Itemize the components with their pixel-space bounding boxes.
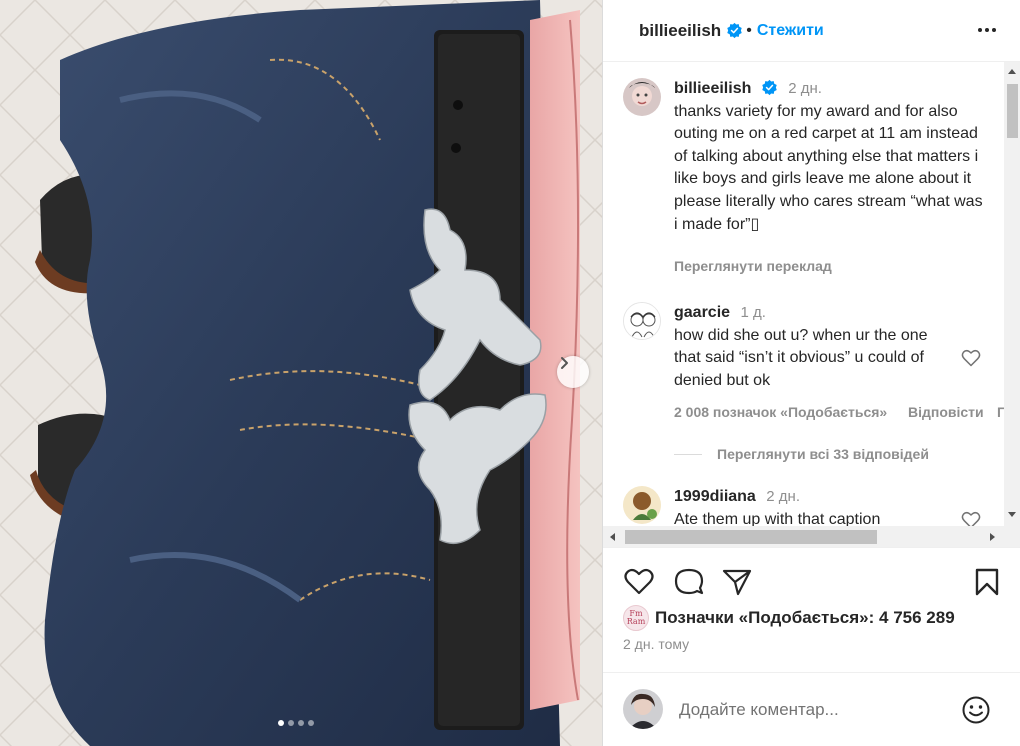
scroll-down-arrow-icon[interactable] — [1008, 512, 1016, 517]
scrollbar-thumb[interactable] — [1007, 84, 1018, 138]
carousel-dot — [278, 720, 284, 726]
carousel-dot — [288, 720, 294, 726]
comment-text: Ate them up with that caption — [674, 510, 881, 526]
caption-username[interactable]: billieeilish — [674, 80, 751, 97]
carousel-dot — [308, 720, 314, 726]
photo-illustration — [0, 0, 602, 746]
comment-likes-count[interactable]: 2 008 позначок «Подобається» — [674, 404, 887, 420]
likes-summary[interactable]: Fm Ram Позначки «Подобається»: 4 756 289 — [623, 604, 955, 632]
caption: billieeilish 2 дн. thanks variety for my… — [674, 78, 984, 236]
post-side-panel: billieeilish • Стежити billieeilish 2 дн… — [602, 0, 1020, 746]
like-comment-heart-icon[interactable] — [961, 348, 981, 368]
avatar-image — [624, 303, 660, 339]
translate-link[interactable]: Переглянути переклад — [674, 258, 832, 274]
commenter-avatar[interactable] — [623, 486, 661, 524]
post-actions — [603, 562, 1020, 602]
comment-time[interactable]: 2 дн. — [766, 488, 800, 505]
add-comment-bar — [603, 672, 1020, 746]
avatar-image — [623, 78, 661, 116]
share-send-icon[interactable] — [721, 566, 753, 598]
author-avatar[interactable] — [623, 78, 661, 116]
chevron-right-icon — [561, 357, 568, 369]
save-bookmark-icon[interactable] — [971, 566, 1003, 598]
comments-vertical-scrollbar[interactable] — [1004, 62, 1020, 526]
caption-emoji-glyph: ▯ — [750, 215, 760, 233]
comments-horizontal-scrollbar[interactable] — [603, 526, 1020, 548]
caption-time[interactable]: 2 дн. — [788, 80, 822, 97]
author-username[interactable]: billieeilish — [639, 21, 721, 41]
avatar-image — [623, 486, 661, 524]
likes-count[interactable]: Позначки «Подобається»: 4 756 289 — [655, 608, 955, 628]
verified-badge-icon — [727, 22, 742, 39]
comment-item: gaarcie 1 д. how did she out u? when ur … — [674, 302, 944, 392]
view-replies-button[interactable]: Переглянути всі 33 відповідей — [717, 446, 929, 462]
post-timestamp[interactable]: 2 дн. тому — [623, 636, 689, 652]
verified-badge-icon — [762, 79, 777, 96]
comment-input[interactable] — [679, 697, 949, 723]
caption-text: thanks variety for my award and for also… — [674, 102, 983, 233]
scrollbar-thumb[interactable] — [625, 530, 877, 544]
comment-username[interactable]: 1999diiana — [674, 488, 756, 505]
scroll-right-arrow-icon[interactable] — [990, 533, 995, 541]
follow-button[interactable]: Стежити — [757, 22, 824, 40]
commenter-avatar[interactable] — [623, 302, 661, 340]
comments-list: billieeilish 2 дн. thanks variety for my… — [603, 62, 1004, 526]
post-photo — [0, 0, 602, 746]
replies-divider — [674, 454, 702, 455]
comment-text: how did she out u? when ur the one that … — [674, 326, 928, 389]
comment-username[interactable]: gaarcie — [674, 304, 730, 321]
like-comment-heart-icon[interactable] — [961, 510, 981, 526]
carousel-next-button[interactable] — [557, 356, 589, 388]
like-heart-icon[interactable] — [623, 566, 655, 598]
reply-button[interactable]: Відповісти — [908, 404, 984, 420]
liker-avatar[interactable]: Fm Ram — [623, 605, 649, 631]
comment-item: 1999diiana 2 дн. Ate them up with that c… — [674, 486, 944, 526]
overflow-clipped-label: П — [997, 404, 1004, 420]
comment-bubble-icon[interactable] — [673, 566, 705, 598]
carousel-dot — [298, 720, 304, 726]
emoji-smiley-icon[interactable] — [961, 695, 991, 725]
more-horizontal-icon[interactable] — [975, 18, 999, 42]
scroll-left-arrow-icon[interactable] — [610, 533, 615, 541]
header-separator: • — [746, 21, 752, 39]
carousel-dots — [278, 720, 314, 726]
comment-time[interactable]: 1 д. — [741, 304, 766, 321]
post-header: billieeilish • Стежити — [603, 0, 1020, 62]
scroll-up-arrow-icon[interactable] — [1008, 69, 1016, 74]
avatar-image — [623, 689, 663, 729]
current-user-avatar — [623, 689, 663, 729]
